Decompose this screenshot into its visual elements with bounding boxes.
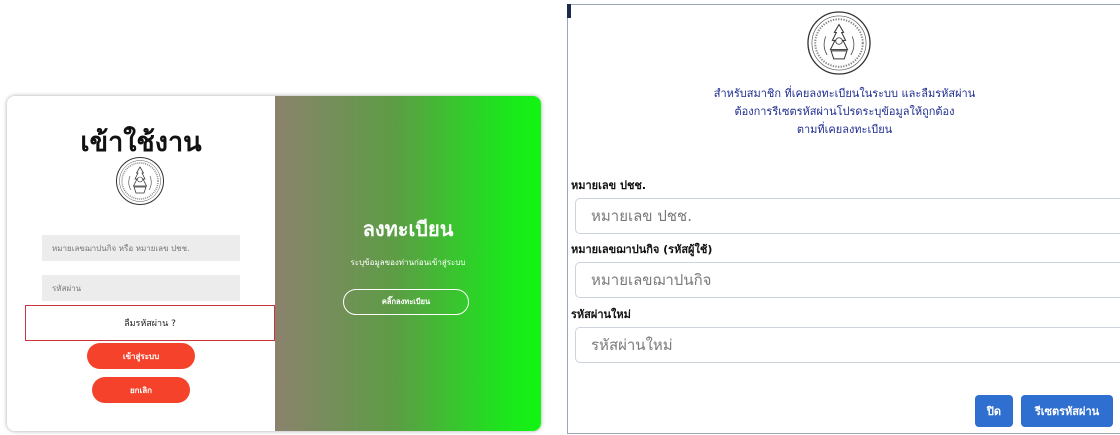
modal-corner-marker: [567, 4, 571, 18]
password-input[interactable]: [42, 275, 240, 301]
intro-text-line-1: สำหรับสมาชิก ที่เคยลงทะเบียนในระบบ และลื…: [713, 87, 976, 100]
member-id-input[interactable]: [575, 262, 1120, 298]
close-button[interactable]: ปิด: [975, 395, 1013, 427]
forgot-password-label: ลืมรหัสผ่าน ?: [124, 319, 176, 329]
username-input[interactable]: [42, 235, 240, 261]
intro-text-line-3: ตามที่เคยลงทะเบียน: [796, 123, 893, 136]
reset-password-modal: สำหรับสมาชิก ที่เคยลงทะเบียนในระบบ และลื…: [567, 4, 1120, 434]
forgot-password-link[interactable]: ลืมรหัสผ่าน ?: [25, 305, 275, 341]
emblem-seal-icon: [807, 11, 871, 75]
register-subtitle: ระบุข้อมูลของท่านก่อนเข้าสู่ระบบ: [350, 258, 466, 267]
reset-password-button[interactable]: รีเซตรหัสผ่าน: [1021, 395, 1113, 427]
register-button[interactable]: คลิ๊กลงทะเบียน: [343, 289, 469, 315]
login-button[interactable]: เข้าสู่ระบบ: [87, 343, 195, 369]
login-card: เข้าใช้งาน ลืมรหัสผ่าน ? เข้าสู่ระบบ ยกเ…: [7, 96, 541, 431]
citizen-id-input[interactable]: [575, 198, 1120, 234]
register-title: ลงทะเบียน: [362, 217, 454, 241]
new-password-input[interactable]: [575, 327, 1120, 363]
emblem-seal-icon: [116, 157, 164, 205]
member-id-label: หมายเลขฌาปนกิจ (รหัสผู้ใช้): [571, 243, 713, 256]
login-form: เข้าใช้งาน ลืมรหัสผ่าน ? เข้าสู่ระบบ ยกเ…: [7, 96, 275, 431]
citizen-id-label: หมายเลข ปชช.: [571, 179, 647, 192]
register-panel: ลงทะเบียน ระบุข้อมูลของท่านก่อนเข้าสู่ระ…: [275, 96, 541, 431]
new-password-label: รหัสผ่านใหม่: [571, 308, 631, 321]
intro-text-line-2: ต้องการรีเซตรหัสผ่านโปรดระบุข้อมูลให้ถูก…: [734, 105, 955, 118]
cancel-button[interactable]: ยกเลิก: [92, 377, 190, 403]
